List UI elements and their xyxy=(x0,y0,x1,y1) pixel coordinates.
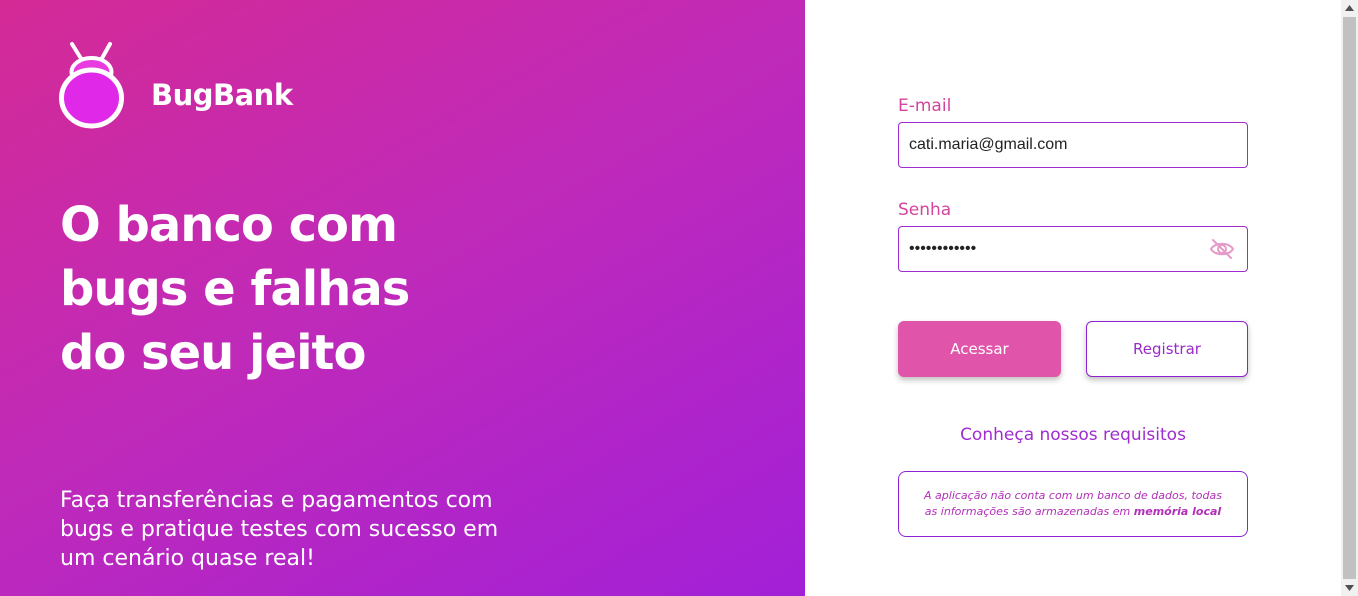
notice-line-1: A aplicação não conta com um banco de da… xyxy=(924,489,1222,502)
bug-logo-icon xyxy=(59,42,124,129)
headline-line: bugs e falhas xyxy=(60,261,410,317)
login-panel: E-mail Senha Acessar Registrar Conheça n… xyxy=(805,0,1341,596)
email-field[interactable] xyxy=(899,123,1189,167)
local-memory-notice: A aplicação não conta com um banco de da… xyxy=(898,471,1248,537)
eye-slash-icon[interactable] xyxy=(1209,237,1235,261)
password-field-wrapper xyxy=(898,226,1248,272)
password-field[interactable] xyxy=(899,227,1189,271)
subtext-line: bugs e pratique testes com sucesso em xyxy=(60,517,499,542)
notice-line-2: as informações são armazenadas em memóri… xyxy=(925,504,1221,520)
password-label: Senha xyxy=(898,200,952,220)
subtext-line: Faça transferências e pagamentos com xyxy=(60,488,493,513)
scroll-down-arrow-icon[interactable] xyxy=(1341,580,1358,596)
subtext-line: um cenário quase real! xyxy=(60,546,315,571)
notice-bold: memória local xyxy=(1133,505,1222,518)
requirements-link[interactable]: Conheça nossos requisitos xyxy=(898,425,1248,445)
register-button[interactable]: Registrar xyxy=(1086,321,1248,377)
scrollbar-thumb[interactable] xyxy=(1343,17,1356,579)
headline-line: do seu jeito xyxy=(60,325,366,381)
brand-name: BugBank xyxy=(151,78,293,112)
hero-headline: O banco com bugs e falhas do seu jeito xyxy=(60,193,560,385)
scrollbar[interactable] xyxy=(1341,0,1358,596)
headline-line: O banco com xyxy=(60,197,398,253)
scroll-up-arrow-icon[interactable] xyxy=(1341,0,1358,16)
notice-text-2: as informações são armazenadas em xyxy=(924,505,1131,518)
hero-subtext: Faça transferências e pagamentos com bug… xyxy=(60,486,520,573)
email-label: E-mail xyxy=(898,96,952,116)
hero-panel: BugBank O banco com bugs e falhas do seu… xyxy=(0,0,805,596)
access-button[interactable]: Acessar xyxy=(898,321,1061,377)
email-field-wrapper xyxy=(898,122,1248,168)
